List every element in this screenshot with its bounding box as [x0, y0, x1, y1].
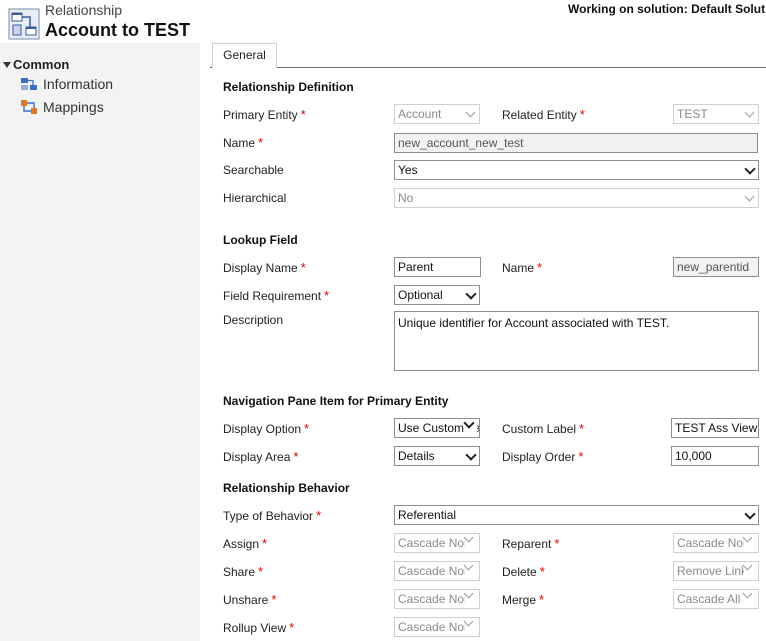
chevron-down-icon — [744, 564, 756, 578]
chevron-down-icon — [744, 592, 756, 606]
searchable-label: Searchable — [223, 163, 284, 177]
lookup-name-field[interactable]: new_parentid — [673, 257, 759, 277]
display-area-label: Display Area * — [223, 449, 299, 464]
delete-label: Delete * — [502, 564, 545, 579]
chevron-down-icon — [467, 453, 475, 461]
display-order-label: Display Order * — [502, 449, 584, 464]
merge-select[interactable]: Cascade All — [673, 589, 759, 609]
sidebar-item-mappings[interactable]: Mappings — [20, 99, 104, 115]
chevron-down-icon — [467, 292, 475, 300]
display-name-label: Display Name * — [223, 260, 306, 275]
chevron-down-icon — [746, 512, 754, 520]
page-title: Account to TEST — [45, 20, 190, 40]
field-requirement-label: Field Requirement * — [223, 288, 330, 303]
lookup-name-label: Name * — [502, 260, 543, 275]
collapse-triangle-icon — [3, 62, 11, 68]
assign-label: Assign * — [223, 536, 268, 551]
share-select[interactable]: Cascade None — [394, 561, 480, 581]
sidebar-group-common[interactable]: Common — [3, 57, 69, 72]
section-relationship-behavior: Relationship Behavior — [223, 481, 350, 495]
tab-divider — [210, 67, 212, 68]
display-option-select[interactable]: Use Custom Label — [394, 418, 480, 438]
rollup-view-label: Rollup View * — [223, 620, 295, 635]
information-icon — [21, 78, 37, 90]
share-label: Share * — [223, 564, 264, 579]
chevron-down-icon — [465, 592, 477, 606]
custom-label-label: Custom Label * — [502, 421, 585, 436]
mappings-icon — [21, 100, 37, 114]
assign-select[interactable]: Cascade None — [394, 533, 480, 553]
related-entity-label: Related Entity * — [502, 107, 585, 122]
related-entity-select[interactable]: TEST — [673, 104, 759, 124]
merge-label: Merge * — [502, 592, 545, 607]
chevron-down-icon — [465, 421, 477, 435]
sidebar: Common Information Mappings — [0, 43, 200, 641]
tab-general[interactable]: General — [212, 43, 277, 68]
solution-indicator: Working on solution: Default Solut — [568, 2, 766, 16]
tab-divider — [277, 67, 766, 68]
description-label: Description — [223, 313, 284, 327]
unshare-select[interactable]: Cascade None — [394, 589, 480, 609]
chevron-down-icon — [465, 620, 477, 634]
name-label: Name * — [223, 135, 264, 150]
hierarchical-select[interactable]: No — [394, 188, 759, 208]
custom-label-field[interactable]: TEST Ass View — [671, 418, 759, 438]
display-order-field[interactable]: 10,000 — [671, 446, 759, 466]
primary-entity-label: Primary Entity * — [223, 107, 306, 122]
chevron-down-icon — [465, 536, 477, 550]
sidebar-item-label: Information — [43, 76, 114, 92]
section-navigation-pane: Navigation Pane Item for Primary Entity — [223, 394, 449, 408]
display-area-select[interactable]: Details — [394, 446, 480, 466]
relationship-name-field[interactable]: new_account_new_test — [394, 133, 758, 153]
searchable-select[interactable]: Yes — [394, 160, 759, 180]
page-subtitle: Relationship — [45, 2, 123, 18]
chevron-down-icon — [746, 167, 754, 175]
chevron-down-icon — [746, 111, 754, 119]
rollup-view-select[interactable]: Cascade None — [394, 617, 480, 637]
primary-entity-select[interactable]: Account — [394, 104, 480, 124]
hierarchical-label: Hierarchical — [223, 191, 287, 205]
display-name-field[interactable]: Parent — [394, 257, 481, 277]
sidebar-item-label: Mappings — [43, 99, 104, 115]
reparent-select[interactable]: Cascade None — [673, 533, 759, 553]
chevron-down-icon — [465, 564, 477, 578]
display-option-label: Display Option * — [223, 421, 310, 436]
chevron-down-icon — [467, 111, 475, 119]
type-of-behavior-select[interactable]: Referential — [394, 505, 759, 525]
unshare-label: Unshare * — [223, 592, 277, 607]
section-lookup-field: Lookup Field — [223, 233, 298, 247]
delete-select[interactable]: Remove Link — [673, 561, 759, 581]
section-relationship-definition: Relationship Definition — [223, 80, 354, 94]
reparent-label: Reparent * — [502, 536, 560, 551]
description-textarea[interactable]: Unique identifier for Account associated… — [394, 311, 759, 371]
sidebar-item-information[interactable]: Information — [20, 76, 113, 92]
relationship-icon — [8, 8, 40, 40]
type-of-behavior-label: Type of Behavior * — [223, 508, 322, 523]
field-requirement-select[interactable]: Optional — [394, 285, 480, 305]
chevron-down-icon — [744, 536, 756, 550]
chevron-down-icon — [746, 195, 754, 203]
